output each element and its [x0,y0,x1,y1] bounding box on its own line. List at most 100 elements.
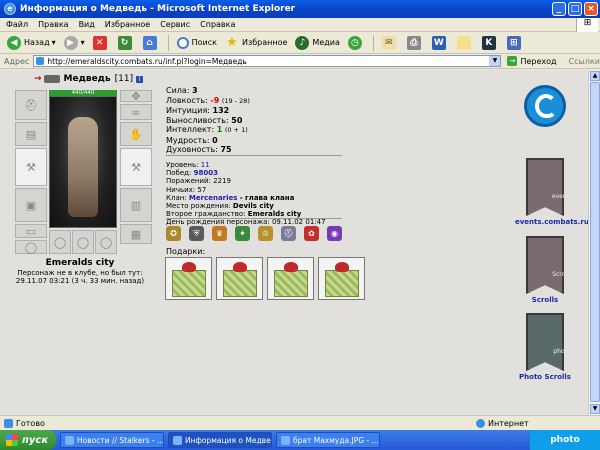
vertical-scrollbar[interactable]: ▲ ▼ [588,70,600,415]
belt-slot[interactable]: ▭ [15,224,47,238]
maximize-button[interactable]: □ [568,2,582,16]
stat-endurance: Выносливость: 50 [166,116,250,126]
boots-slot[interactable]: ▦ [120,224,152,244]
ring-slot-3[interactable]: ◯ [72,230,94,254]
favorites-button[interactable]: ★ Избранное [222,34,290,52]
mail-button[interactable]: ✉ [379,34,402,52]
gift-item[interactable] [267,257,314,300]
scroll-thumb[interactable] [590,82,600,402]
refresh-button[interactable]: ↻ [115,34,138,52]
flower-icon[interactable]: ✿ [304,226,319,241]
clan-emblem-icon [43,75,60,83]
info-draws: Ничьих: 57 [166,186,326,194]
scroll-up-icon[interactable]: ▲ [590,71,600,81]
armor-slot[interactable]: ▣ [15,188,47,222]
info-label: Уровень: [166,161,199,169]
gift-item[interactable] [216,257,263,300]
amulet-slot[interactable]: ✥ [120,90,152,103]
menu-edit[interactable]: Правка [38,20,68,29]
go-button[interactable]: → Переход [507,56,557,66]
forward-button[interactable]: ▶ ▾ [61,34,88,52]
photo-scrolls-link[interactable]: Photo Scrolls [515,373,575,381]
head-profile-icon [535,94,557,118]
stat-agility: Ловкость: -9 (19 - 28) [166,96,250,107]
clan-link[interactable]: Mercenaries [189,194,238,202]
info-value: 57 [197,185,207,194]
print-icon: ⎙ [406,35,421,50]
divider [166,155,342,156]
menu-favorites[interactable]: Избранное [105,20,150,29]
media-button[interactable]: ♪ Медиа [292,34,342,52]
stat-value: 50 [231,115,243,125]
windows-logo-icon: ⊞ [576,18,598,32]
orb-icon[interactable]: ◉ [327,226,342,241]
discuss-button[interactable] [454,34,477,52]
scroll-down-icon[interactable]: ▼ [590,404,600,414]
stop-button[interactable]: ✕ [90,34,113,52]
photo-banner-icon[interactable]: photo [526,313,564,371]
scrolls-banner-icon[interactable]: Scrolls [526,236,564,294]
taskbar-item-active[interactable]: Информация о Медве... [168,432,272,448]
zone-label: Интернет [488,418,529,428]
menu-view[interactable]: Вид [79,20,95,29]
edit-button[interactable]: W [429,34,452,52]
combats-logo-icon[interactable] [524,85,566,127]
menu-file[interactable]: Файл [6,20,28,29]
gloves-slot[interactable]: ✋ [120,122,152,146]
messenger-button[interactable]: K [479,34,502,52]
stat-label: Интуиция: [166,106,210,115]
medal-icon[interactable]: ✪ [166,226,181,241]
print-button[interactable]: ⎙ [404,34,427,52]
taskbar-item[interactable]: Новости // Stalkers - ... [60,432,164,448]
chevron-down-icon[interactable]: ▼ [489,56,501,66]
helmet-slot[interactable]: ⛑ [15,90,47,120]
cup-icon[interactable]: ♔ [258,226,273,241]
weapon-right-slot[interactable]: ⚒ [120,148,152,186]
stat-label: Выносливость: [166,115,229,125]
research-icon: ⊞ [506,35,521,50]
globe-icon [476,418,485,428]
earrings-slot[interactable]: ∞ [120,104,152,120]
back-button[interactable]: ◀ Назад ▾ [4,34,59,52]
divider [166,218,342,219]
info-icon[interactable]: i [136,75,144,83]
links-button[interactable]: Ссылки [569,57,600,66]
gift-item[interactable] [318,257,365,300]
star-icon[interactable]: ✦ [235,226,250,241]
bracers-slot[interactable]: ▤ [15,122,47,146]
taskbar: пуск Новости // Stalkers - ... Информаци… [0,430,600,450]
history-button[interactable]: ◷ [345,34,368,52]
crown-icon[interactable]: ♛ [212,226,227,241]
minimize-button[interactable]: _ [552,2,566,16]
address-input[interactable]: http://emeraldscity.combats.ru/inf.pl?lo… [33,55,502,67]
events-banner-icon[interactable]: events [526,158,564,216]
scrolls-link[interactable]: Scrolls [515,296,575,304]
title-bar: e Информация о Медведь - Microsoft Inter… [0,0,600,18]
close-button[interactable]: × [584,2,598,16]
home-button[interactable]: ⌂ [140,34,163,52]
menu-help[interactable]: Справка [200,20,235,29]
ie-icon [173,435,182,445]
taskbar-item[interactable]: брат Махмуда.JPG - ... [276,432,380,448]
menu-tools[interactable]: Сервис [160,20,190,29]
chevron-down-icon: ▾ [51,38,56,47]
ie-icon [65,435,74,445]
legs-slot[interactable]: ▥ [120,188,152,222]
address-label: Адрес [4,56,30,66]
ring-slot-1[interactable]: ◯ [15,240,47,254]
shield-icon[interactable]: ⛨ [189,226,204,241]
gift-box-icon [172,270,206,297]
info-birthplace: Место рождения: Devils city [166,202,326,210]
search-button[interactable]: Поиск [174,34,220,52]
ring-slot-4[interactable]: ◯ [95,230,117,254]
go-arrow-icon: → [507,56,518,66]
gift-item[interactable] [165,257,212,300]
page-content: → Медведь [11] i ⛑ ▤ ⚒ ▣ ▭ 440/440 ✥ ∞ ✋… [0,70,588,415]
ring-slot-2[interactable]: ◯ [49,230,71,254]
helm-icon[interactable]: ⛑ [281,226,296,241]
research-button[interactable]: ⊞ [504,34,527,52]
weapon-left-slot[interactable]: ⚒ [15,148,47,186]
events-link[interactable]: events.combats.ru [515,218,588,226]
start-button[interactable]: пуск [0,430,56,450]
stat-wisdom: Мудрость: 0 [166,136,250,146]
